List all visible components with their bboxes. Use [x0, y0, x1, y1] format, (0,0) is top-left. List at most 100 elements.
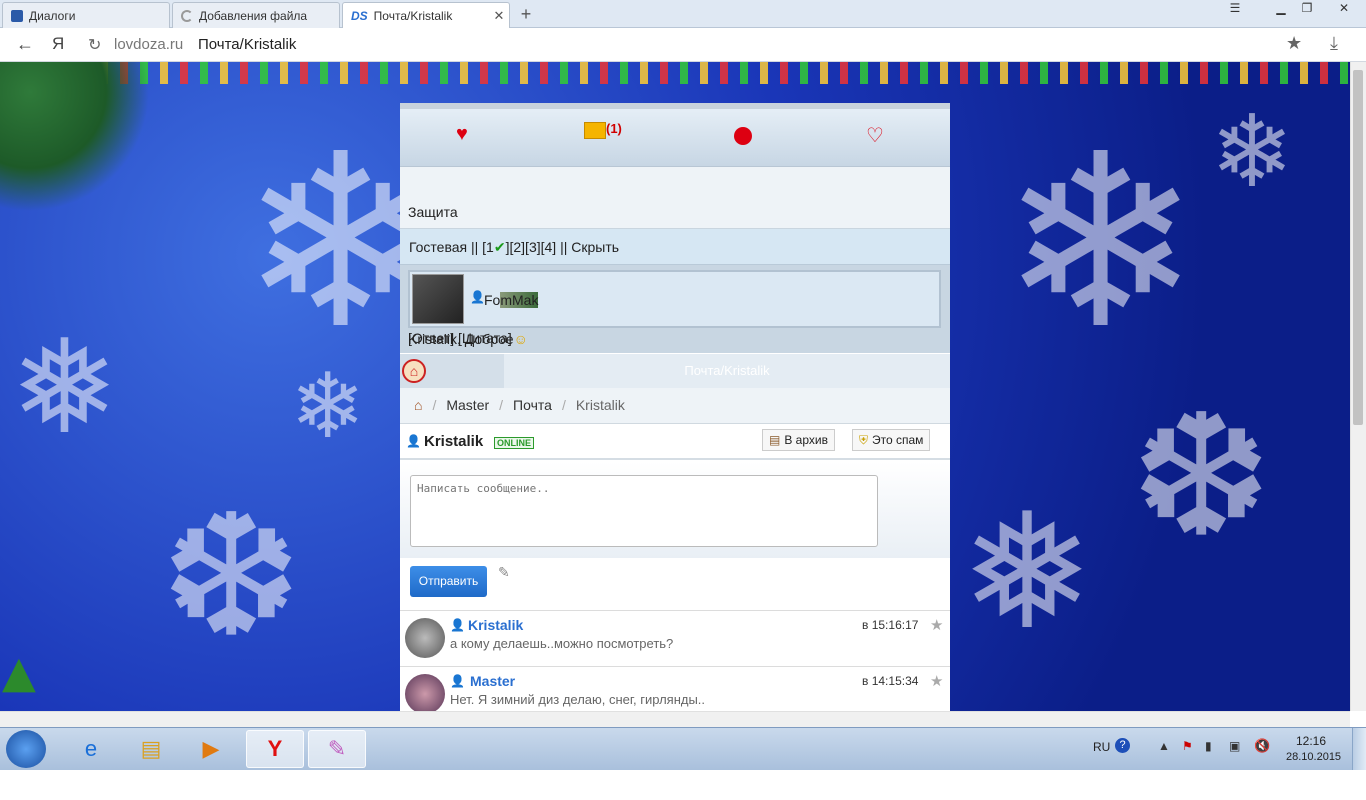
ds-logo-icon: DS: [351, 8, 368, 23]
reload-icon[interactable]: ↻: [88, 35, 101, 55]
breadcrumb-master[interactable]: Master: [446, 397, 489, 414]
home-circle-icon[interactable]: ⌂: [402, 359, 426, 383]
tab-dialogs[interactable]: Диалоги: [2, 2, 170, 28]
home-icon[interactable]: ⌂: [414, 397, 422, 414]
guestbook-links[interactable]: Гостевая || [1: [409, 239, 494, 255]
smiley-icon: ☺: [513, 331, 528, 347]
ie-icon[interactable]: e: [62, 730, 120, 768]
clock-date[interactable]: 28.10.2015: [1286, 751, 1341, 763]
tab-add-file[interactable]: Добавления файла: [172, 2, 340, 28]
snowflake-icon: ❆: [1130, 378, 1273, 576]
protect-row: Защита: [400, 167, 950, 229]
show-desktop-button[interactable]: [1352, 728, 1366, 771]
couple-icon[interactable]: ♥: [456, 123, 468, 146]
vertical-scrollbar[interactable]: [1350, 62, 1366, 711]
blank-area: [0, 770, 1366, 800]
paperclip-icon[interactable]: ✎: [498, 564, 510, 581]
user-icon: 👤: [450, 674, 465, 688]
user-icon: 👤: [470, 290, 485, 304]
guestbook-row: Гостевая || [1✔][2][3][4] || Скрыть: [400, 229, 950, 265]
language-indicator[interactable]: RU: [1093, 740, 1110, 754]
avatar[interactable]: [405, 618, 445, 658]
breadcrumb-current: Kristalik: [575, 397, 625, 413]
yandex-browser-icon[interactable]: Y: [246, 730, 304, 768]
archive-button[interactable]: ▤ В архив: [762, 429, 835, 451]
tab-label: Добавления файла: [199, 8, 308, 23]
star-icon[interactable]: ★: [930, 672, 943, 690]
snowflake-icon: ❆: [160, 478, 303, 676]
avatar[interactable]: [412, 274, 464, 324]
post-author[interactable]: FomMak: [484, 292, 539, 308]
media-player-icon[interactable]: ▶: [182, 730, 240, 768]
shield-icon: ⛨: [859, 433, 869, 447]
archive-icon: ▤: [769, 433, 781, 447]
new-tab-button[interactable]: +: [514, 4, 538, 24]
title-bar: ⌂ Почта/Kristalik: [400, 354, 950, 388]
close-tab-icon[interactable]: ✕: [489, 8, 509, 24]
hearts-arrow-icon[interactable]: ♡: [866, 123, 884, 148]
snowflake-icon: ❄: [1210, 93, 1294, 210]
snowflake-icon: ❅: [960, 478, 1095, 665]
breadcrumb-sep: /: [499, 397, 504, 413]
menu-icon[interactable]: ☰: [1222, 0, 1248, 18]
explorer-icon[interactable]: ▤: [122, 730, 180, 768]
protect-label[interactable]: Защита: [408, 204, 458, 220]
guestbook-pages[interactable]: ][2][3][4] || Скрыть: [506, 239, 619, 255]
breadcrumb-sep: /: [432, 397, 437, 413]
scroll-thumb[interactable]: [1353, 70, 1363, 425]
pine-branch-icon: [0, 62, 150, 212]
start-button[interactable]: [6, 730, 46, 768]
snowflake-icon: ❄: [290, 354, 366, 459]
loading-icon: [181, 9, 193, 22]
taskbar: e ▤ ▶ Y ✎ RU ? ▲ ⚑ ▮ ▣ 🔇 12:16 28.10.201…: [0, 727, 1366, 771]
message-author[interactable]: Kristalik: [468, 617, 523, 633]
christmas-tree-icon: ▲: [2, 647, 36, 698]
breadcrumb-mail[interactable]: Почта: [513, 397, 552, 414]
avatar[interactable]: [405, 674, 445, 711]
close-window-icon[interactable]: ✕: [1324, 0, 1364, 18]
url-path[interactable]: Почта/Kristalik: [198, 36, 296, 53]
user-name[interactable]: Kristalik: [424, 433, 483, 450]
mail-icon[interactable]: [584, 122, 606, 139]
signal-icon[interactable]: ▮: [1205, 739, 1212, 753]
snowflake-icon: ❅: [10, 311, 119, 463]
mail-count-badge[interactable]: (1): [606, 121, 622, 136]
tray-expand-icon[interactable]: ▲: [1158, 739, 1170, 753]
message-input[interactable]: [410, 475, 878, 547]
tab-mail-kristalik[interactable]: DS Почта/Kristalik ✕: [342, 2, 510, 28]
message-text: а кому делаешь..можно посмотреть?: [450, 636, 674, 651]
online-badge: ONLINE: [494, 437, 535, 449]
star-icon[interactable]: ★: [930, 616, 943, 634]
user-header: 👤 Kristalik ONLINE ▤ В архив ⛨ Это спам: [400, 424, 950, 460]
spam-button[interactable]: ⛨ Это спам: [852, 429, 931, 451]
rose-icon[interactable]: [734, 127, 752, 145]
restore-icon[interactable]: ❐: [1294, 0, 1320, 18]
flag-icon[interactable]: ⚑: [1182, 739, 1193, 753]
tab-label: Диалоги: [29, 8, 76, 23]
snowflake-icon: ❄: [1000, 102, 1202, 382]
post-actions[interactable]: [Ответ] [Цитата]: [408, 330, 512, 346]
url-domain[interactable]: lovdoza.ru: [114, 36, 183, 53]
page-background: ❄ ❅ ❆ ❄ ❄ ❆ ❅ ❄ ▲ ♥ (1) ♡ Защита Гостева…: [0, 62, 1350, 711]
network-icon[interactable]: ▣: [1229, 739, 1240, 753]
post-header: 👤 FomMak: [408, 270, 941, 328]
yandex-icon[interactable]: Я: [52, 34, 64, 54]
clock-time[interactable]: 12:16: [1296, 734, 1326, 748]
garland-lights: [0, 62, 1350, 84]
user-icon: 👤: [450, 618, 465, 632]
volume-muted-icon[interactable]: 🔇: [1254, 738, 1270, 754]
site-content: ♥ (1) ♡ Защита Гостевая || [1✔][2][3][4]…: [400, 103, 950, 711]
download-icon[interactable]: ⤓: [1330, 33, 1338, 54]
minimize-icon[interactable]: ▁: [1268, 0, 1294, 18]
archive-label: В архив: [784, 433, 828, 447]
horizontal-scrollbar[interactable]: [0, 711, 1350, 727]
send-button[interactable]: Отправить: [410, 566, 487, 597]
back-arrow-icon[interactable]: ←: [16, 34, 34, 55]
help-icon[interactable]: ?: [1115, 738, 1130, 753]
bookmark-star-icon[interactable]: ★: [1286, 33, 1302, 54]
message-author[interactable]: Master: [470, 673, 515, 689]
breadcrumb: ⌂ / Master / Почта / Kristalik: [400, 388, 950, 424]
breadcrumb-sep: /: [561, 397, 566, 413]
paint-icon[interactable]: ✎: [308, 730, 366, 768]
page-title: Почта/Kristalik: [504, 354, 950, 388]
